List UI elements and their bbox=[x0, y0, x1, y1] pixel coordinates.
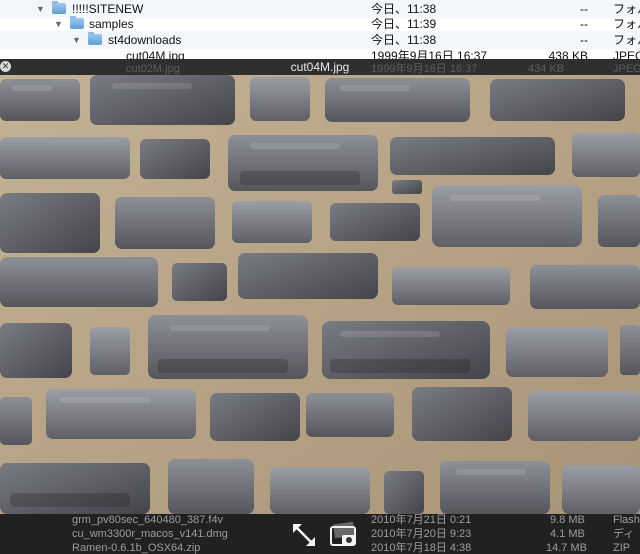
ghost-row-grm: grm_pv80sec_640480_387.f4v 2010年7月21日 0:… bbox=[0, 514, 640, 527]
folder-icon bbox=[70, 16, 84, 29]
ghost-row-ramen: Ramen-0.6.1b_OSX64.zip 2010年7月18日 4:38 1… bbox=[0, 542, 640, 554]
file-name: grm_pv80sec_640480_387.f4v bbox=[72, 514, 224, 526]
folder-icon bbox=[88, 32, 102, 45]
file-kind: ZIP bbox=[613, 542, 631, 554]
fullscreen-arrows-icon[interactable] bbox=[288, 520, 320, 550]
file-date: 2010年7月21日 0:21 bbox=[371, 514, 472, 526]
preview-image bbox=[0, 75, 640, 514]
file-date: 1999年9月16日 16:37 bbox=[371, 63, 478, 75]
file-size: 434 KB bbox=[528, 63, 565, 75]
file-name: cut02M.jpg bbox=[126, 63, 180, 75]
file-kind: ディ bbox=[613, 528, 635, 540]
add-to-iphoto-icon[interactable] bbox=[328, 520, 360, 550]
file-date: 2010年7月20日 9:23 bbox=[371, 528, 472, 540]
folder-icon bbox=[52, 1, 66, 14]
ghost-row-cu-wm: cu_wm3300r_macos_v141.dmg 2010年7月20日 9:2… bbox=[0, 528, 640, 541]
file-kind: Flash bbox=[613, 514, 640, 526]
ghost-row-cut02m: cut02M.jpg 1999年9月16日 16:37 434 KB JPEG bbox=[0, 63, 640, 75]
quicklook-control-bar: grm_pv80sec_640480_387.f4v 2010年7月21日 0:… bbox=[0, 514, 640, 554]
file-size: 4.1 MB bbox=[550, 528, 585, 540]
stone-wall-image bbox=[0, 75, 640, 514]
file-name: Ramen-0.6.1b_OSX64.zip bbox=[72, 542, 201, 554]
file-name: cu_wm3300r_macos_v141.dmg bbox=[72, 528, 228, 540]
file-size: 14.7 MB bbox=[546, 542, 587, 554]
file-date: 2010年7月18日 4:38 bbox=[371, 542, 472, 554]
file-kind: JPEG bbox=[613, 63, 640, 75]
file-size: 9.8 MB bbox=[550, 514, 585, 526]
